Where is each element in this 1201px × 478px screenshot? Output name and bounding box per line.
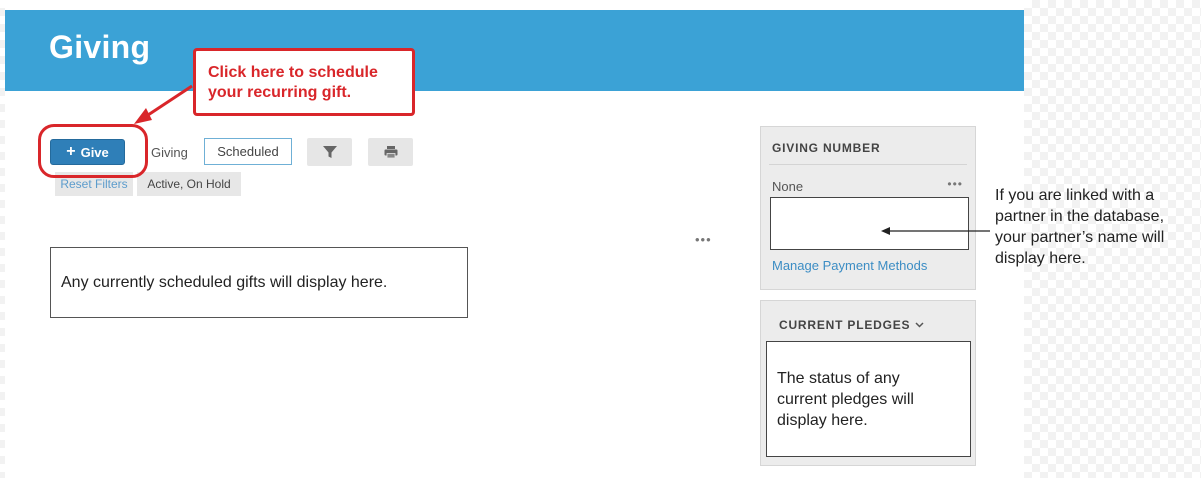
partner-name-box [770,197,969,250]
pledges-placeholder: The status of any current pledges will d… [766,341,971,457]
print-button[interactable] [368,138,413,166]
giving-number-panel: GIVING NUMBER None ••• Manage Payment Me… [760,126,976,290]
current-pledges-panel: CURRENT PLEDGES The status of any curren… [760,300,976,466]
pledges-note-line-1: The status of any [777,370,900,387]
print-icon [384,146,397,159]
partner-note-line-3: your partner’s name will [995,229,1165,246]
current-pledges-toggle[interactable]: CURRENT PLEDGES [779,318,924,332]
giving-number-value: None [772,179,804,194]
divider [769,164,967,165]
callout-line-1: Click here to schedule [208,64,378,81]
filter-button[interactable] [307,138,352,166]
giving-number-menu-icon[interactable]: ••• [947,177,963,191]
partner-note-line-4: display here. [995,250,1086,267]
annotation-ring [38,124,148,178]
manage-payment-methods-link[interactable]: Manage Payment Methods [772,258,927,273]
giving-page: Giving + Give Giving Scheduled Reset Fil… [5,0,1024,478]
scheduled-gifts-placeholder: Any currently scheduled gifts will displ… [50,247,468,318]
annotation-callout: Click here to schedule your recurring gi… [193,48,415,116]
chevron-down-icon [915,322,924,328]
partner-note-line-2: partner in the database, [995,208,1165,225]
status-filter-chip[interactable]: Active, On Hold [137,172,241,196]
partner-annotation: If you are linked with a partner in the … [995,185,1195,269]
tab-scheduled[interactable]: Scheduled [204,138,292,165]
partner-note-line-1: If you are linked with a [995,187,1155,204]
more-options-icon[interactable]: ••• [695,232,712,247]
tab-giving[interactable]: Giving [151,142,188,164]
pledges-note-line-3: display here. [777,412,868,429]
giving-number-heading: GIVING NUMBER [772,141,881,155]
page-header: Giving [5,10,1024,91]
current-pledges-heading: CURRENT PLEDGES [779,318,911,332]
filter-icon [322,146,337,158]
page-title: Giving [49,29,151,65]
callout-line-2: your recurring gift. [208,84,352,101]
pledges-note-line-2: current pledges will [777,391,914,408]
